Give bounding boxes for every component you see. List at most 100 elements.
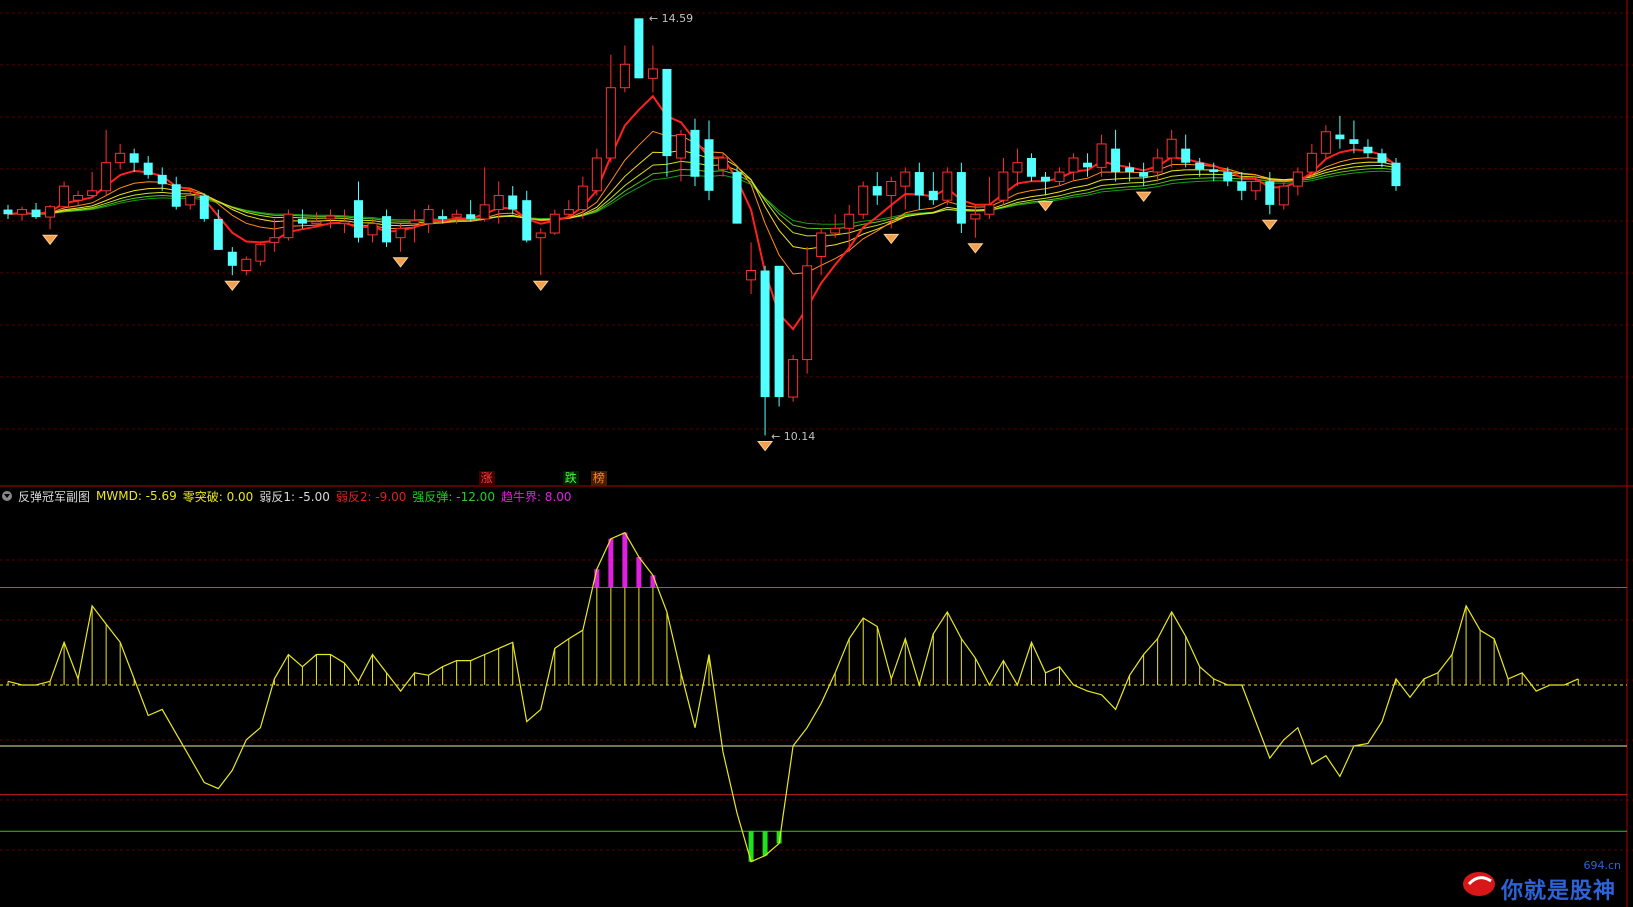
signal-rise-tag: 涨 [478,471,495,486]
mwmd-line [7,531,1579,863]
candle-body-up [830,227,841,234]
candle-body-up [241,258,252,271]
candle-body-down [438,216,448,219]
indicator-title: 反弹冠军副图 [18,489,91,504]
signal-fall-tag: 跌 [562,471,579,486]
candle-body-up [451,213,462,218]
buy-diamond-icon [967,243,984,254]
buy-diamond-icon [392,257,409,268]
buy-diamond-icon [757,441,774,452]
candle-body-up [1292,171,1303,187]
candle-body-down [171,184,181,207]
buy-diamond-icon [42,234,59,246]
candle-body-down [297,218,307,224]
candle-body-up [788,359,799,398]
candle-body-up [73,195,84,201]
candle-body-up [1306,152,1317,173]
candle-body-down [1181,148,1191,163]
candle-body-up [844,213,855,229]
candle-body-up [339,221,350,225]
watermark: 你就是股神 694.cn [1461,859,1621,904]
candle-body-down [1083,162,1093,168]
candle-body-up [1250,180,1261,192]
candle-body-down [1335,134,1345,140]
high-price-label: ← 14.59 [648,12,694,26]
candle-body-up [1152,157,1163,173]
candle-body-up [17,209,28,215]
candle-body-up [942,171,953,201]
collapse-icon[interactable] [2,491,12,501]
candle-body-up [395,227,406,239]
candle-body-down [1377,153,1387,163]
candle-body-down [1040,176,1050,182]
candle-body-up [409,220,420,225]
candle-body-up [549,213,560,234]
low-price-label: ← 10.14 [771,429,816,443]
candle-body-down [760,270,770,398]
candle-body-up [984,204,995,215]
candle-body-up [563,209,574,215]
candle-body-up [858,185,869,215]
legend-weak-rebound-2: 弱反2: -9.00 [335,489,407,504]
legend-mwmd: MWMD: -5.69 [96,489,177,503]
signal-rank-tag: 榜 [590,471,607,486]
candle-body-up [1320,131,1331,154]
candle-body-up [367,223,378,236]
candle-body-down [928,190,938,201]
buy-diamond-icon [1135,191,1152,202]
legend-weak-rebound-1: 弱反1: -5.00 [259,489,330,504]
candle-body-up [283,213,294,239]
candle-body-up [577,185,588,211]
candle-body-down [690,129,700,177]
candle-body-up [1166,138,1177,159]
candle-body-down [1195,162,1205,170]
candle-body-down [1349,139,1359,144]
candle-body-up [647,68,658,79]
candle-body-down [199,195,209,219]
candle-body-up [101,162,112,192]
indicator-header: 反弹冠军副图 MWMD: -5.69 零突破: 0.00 弱反1: -5.00 … [0,487,578,505]
candle-body-down [732,172,742,224]
watermark-text: 你就是股神 [1501,878,1617,904]
candle-body-up [1096,143,1107,168]
candle-body-up [900,171,911,187]
candle-body-down [914,172,924,196]
candle-body-up [675,134,686,159]
candle-body-down [31,209,41,218]
candle-body-down [466,214,476,219]
candle-body-down [1111,148,1121,173]
candle-body-down [1265,181,1275,205]
candle-body-down [634,18,644,79]
candle-body-down [354,200,363,238]
candle-body-down [1223,172,1233,182]
chart-canvas[interactable] [0,0,1633,907]
candle-body-up [746,270,757,281]
candle-body-up [479,204,490,220]
candle-body-down [129,153,139,163]
candle-body-up [87,190,98,196]
candle-body-down [704,139,714,191]
watermark-logo-icon [1463,872,1495,896]
candle-body-up [493,195,504,211]
candle-body-down [1237,181,1247,191]
buy-diamond-icon [1037,201,1054,212]
candle-body-up [591,157,602,192]
candle-body-down [1125,167,1135,173]
candle-body-down [872,186,882,196]
candle-body-up [998,171,1009,201]
candle-body-down [1363,146,1373,154]
candle-body-up [619,63,630,89]
candle-body-down [3,209,13,215]
buy-diamond-icon [224,280,241,292]
candle-body-down [382,216,392,243]
candle-body-up [311,221,322,225]
candle-body-up [1278,185,1289,206]
candle-body-down [157,174,167,185]
buy-diamond-icon [532,280,549,292]
legend-zero-break: 零突破: 0.00 [182,489,254,504]
candle-body-down [1026,158,1036,177]
legend-bull-boundary: 趋牛界: 8.00 [500,489,572,504]
moving-average-line [7,94,1397,331]
candle-body-up [59,185,70,208]
candle-body-down [774,265,784,398]
